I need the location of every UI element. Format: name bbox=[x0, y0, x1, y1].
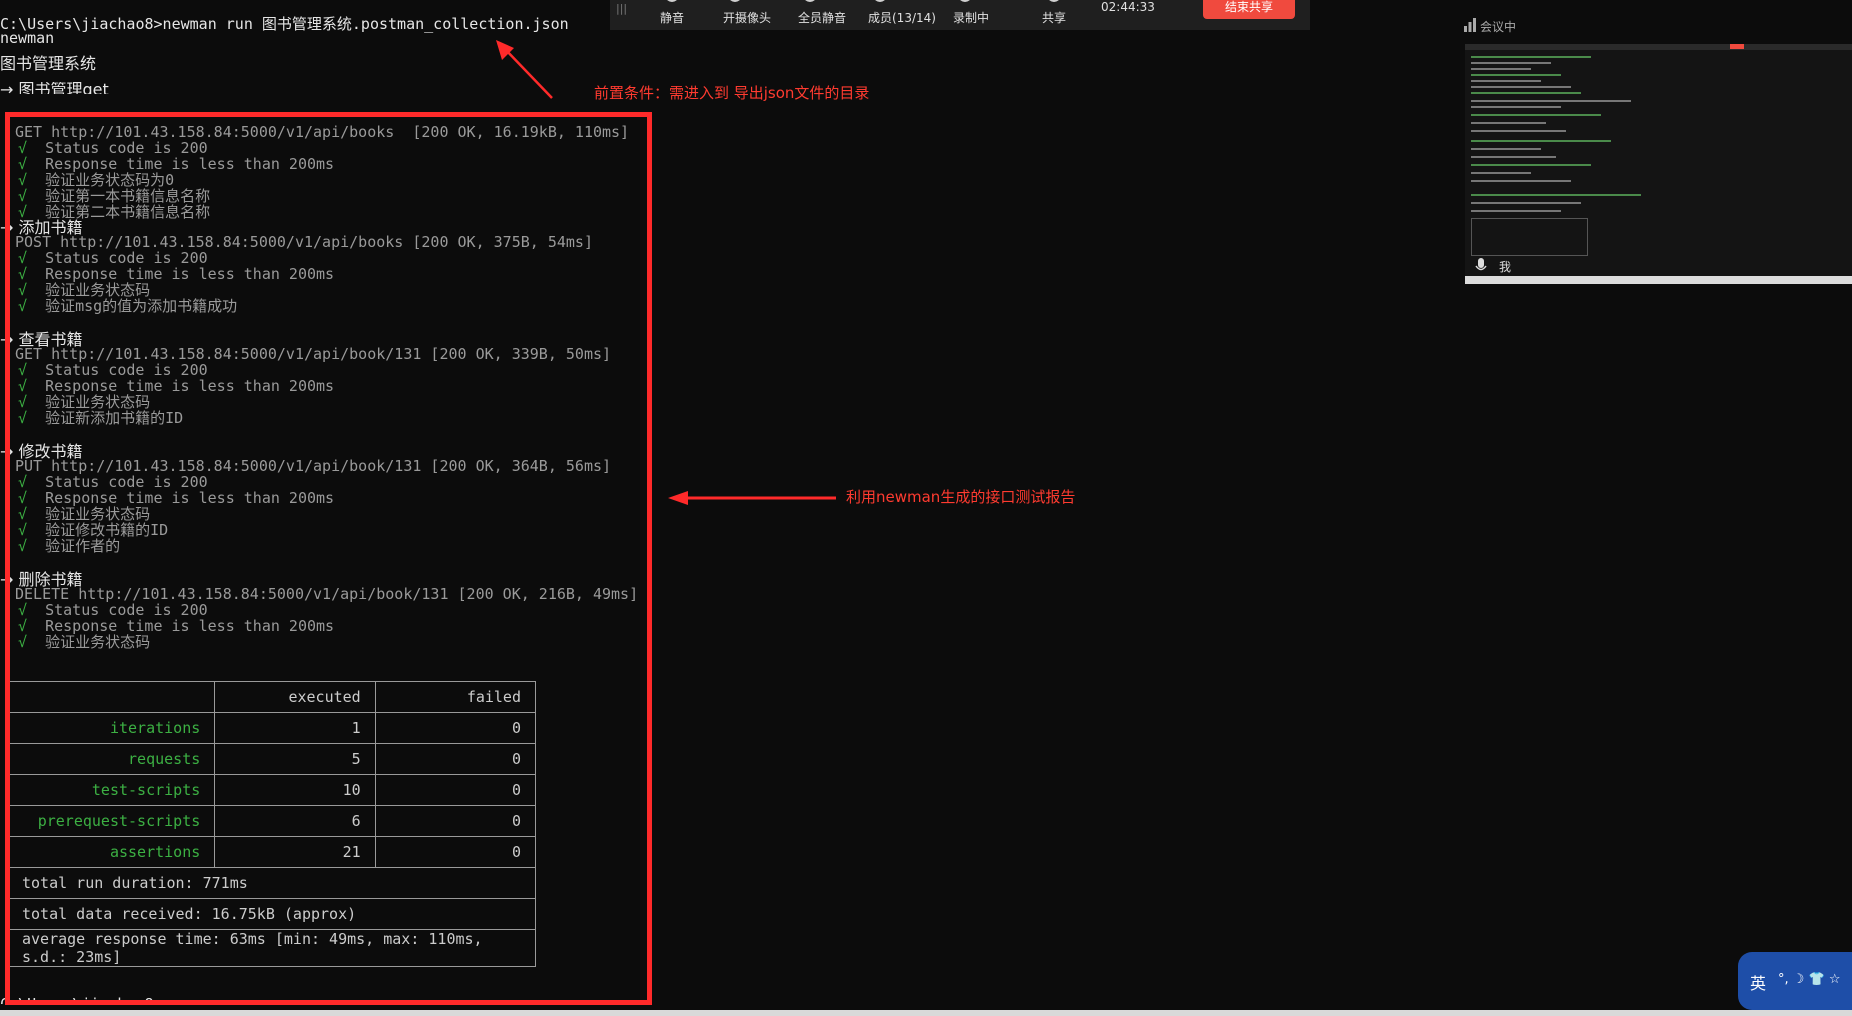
mute-icon bbox=[666, 0, 678, 2]
toolbar-share-button[interactable]: 共享 bbox=[1042, 9, 1066, 26]
mute-all-icon bbox=[804, 0, 816, 2]
arrow-to-command bbox=[496, 40, 553, 99]
thumbnail-text-line bbox=[1471, 122, 1546, 124]
self-label: 我 bbox=[1499, 260, 1512, 274]
members-icon bbox=[874, 0, 886, 2]
report-note: 利用newman生成的接口测试报告 bbox=[846, 488, 1076, 506]
microphone-icon bbox=[1475, 258, 1487, 271]
arrow-to-report bbox=[668, 491, 836, 505]
share-icon bbox=[1048, 0, 1060, 2]
meeting-timer: 02:44:33 bbox=[1101, 0, 1155, 14]
thumbnail-text-line bbox=[1471, 100, 1631, 102]
shared-screen-thumbnail[interactable]: 我 bbox=[1465, 44, 1852, 284]
thumbnail-text-line bbox=[1471, 202, 1581, 204]
ime-language[interactable]: 英 bbox=[1750, 970, 1766, 994]
thumbnail-text-line bbox=[1471, 114, 1601, 116]
thumbnail-text-line bbox=[1471, 86, 1571, 88]
thumbnail-text-line bbox=[1471, 130, 1566, 132]
toolbar-members-button[interactable]: 成员(13/14) bbox=[868, 9, 936, 26]
thumbnail-text-line bbox=[1471, 106, 1561, 108]
thumbnail-text-line bbox=[1471, 156, 1556, 158]
command-line: C:\Users\jiachao8>newman run 图书管理系统.post… bbox=[0, 15, 569, 33]
thumbnail-text-line bbox=[1471, 80, 1541, 82]
folder-partial: → 图书管理get bbox=[0, 82, 109, 94]
signal-bars-icon bbox=[1464, 18, 1476, 32]
taskbar-edge bbox=[0, 1010, 1852, 1016]
toolbar-camera-button[interactable]: 开摄像头 bbox=[723, 9, 771, 26]
toolbar-mute-button[interactable]: 静音 bbox=[660, 9, 684, 26]
thumbnail-text-line bbox=[1471, 140, 1611, 142]
collection-title: 图书管理系统 bbox=[0, 54, 97, 73]
toolbar-mute-all-button[interactable]: 全员静音 bbox=[798, 9, 846, 26]
thumbnail-text-line bbox=[1471, 194, 1641, 196]
ime-tools[interactable]: °, ☽ 👕 ☆ bbox=[1778, 972, 1841, 987]
thumbnail-text-line bbox=[1471, 56, 1591, 58]
thumbnail-table bbox=[1471, 218, 1588, 256]
toolbar-recording-button[interactable]: 录制中 bbox=[953, 9, 989, 26]
meeting-toolbar: ||| 静音 开摄像头 全员静音 成员(13/14) 录制中 共享 02:44:33 结束… bbox=[610, 0, 1310, 30]
thumbnail-text-line bbox=[1471, 172, 1531, 174]
report-highlight-frame bbox=[5, 112, 652, 1005]
newman-banner: newman bbox=[0, 29, 55, 47]
end-share-button[interactable]: 结束共享 bbox=[1203, 0, 1295, 19]
thumbnail-text-line bbox=[1471, 164, 1591, 166]
camera-icon bbox=[729, 0, 741, 2]
thumbnail-text-line bbox=[1471, 68, 1531, 70]
thumbnail-text-line bbox=[1471, 62, 1551, 64]
thumbnail-text-line bbox=[1471, 74, 1561, 76]
thumbnail-text-line bbox=[1471, 92, 1581, 94]
ime-toolbar[interactable]: 英 °, ☽ 👕 ☆ bbox=[1738, 952, 1852, 1010]
thumbnail-text-line bbox=[1471, 180, 1571, 182]
thumbnail-text-line bbox=[1471, 210, 1561, 212]
precondition-note: 前置条件：需进入到 导出json文件的目录 bbox=[594, 84, 870, 102]
thumbnail-text-line bbox=[1471, 148, 1541, 150]
meeting-status: 会议中 bbox=[1480, 20, 1517, 34]
drag-handle-icon[interactable]: ||| bbox=[616, 2, 627, 15]
recording-icon bbox=[959, 0, 971, 2]
